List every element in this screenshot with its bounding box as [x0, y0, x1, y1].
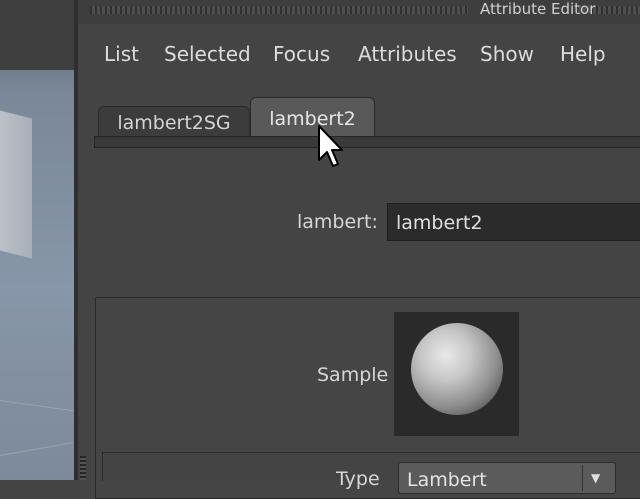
- menu-attributes[interactable]: Attributes: [358, 42, 457, 66]
- tab-content-border: [94, 136, 640, 148]
- chevron-down-icon[interactable]: ▼: [591, 471, 600, 485]
- type-dropdown-value: Lambert: [407, 469, 487, 491]
- menu-show[interactable]: Show: [480, 42, 534, 66]
- menu-bar: List Selected Focus Attributes Show Help: [78, 30, 640, 80]
- mouse-pointer-icon: [318, 125, 343, 167]
- titlebar-grip: [90, 6, 468, 14]
- material-name-value: lambert2: [396, 212, 483, 234]
- sample-label: Sample: [317, 364, 389, 386]
- type-label: Type: [336, 468, 380, 490]
- viewport-grid-line: [0, 442, 73, 456]
- viewport-object[interactable]: [0, 105, 32, 259]
- viewport-header: [0, 0, 74, 70]
- menu-help[interactable]: Help: [560, 42, 606, 66]
- dropdown-divider: [582, 465, 583, 491]
- type-dropdown[interactable]: Lambert ▼: [398, 462, 616, 494]
- sphere-preview-icon: [411, 323, 503, 415]
- menu-list[interactable]: List: [104, 42, 139, 66]
- viewport-grid-line: [0, 400, 74, 412]
- splitter-grip[interactable]: [80, 456, 86, 480]
- tab-lambert2sg[interactable]: lambert2SG: [98, 106, 250, 137]
- window-titlebar[interactable]: Attribute Editor: [78, 0, 640, 24]
- material-name-field[interactable]: lambert2: [387, 203, 640, 241]
- material-type-label: lambert:: [297, 211, 378, 233]
- tab-lambert2[interactable]: lambert2: [250, 97, 375, 137]
- sample-swatch[interactable]: [394, 312, 519, 436]
- window-title: Attribute Editor: [480, 0, 596, 18]
- menu-selected[interactable]: Selected: [164, 42, 251, 66]
- menu-focus[interactable]: Focus: [273, 42, 330, 66]
- viewport-panel[interactable]: [0, 0, 74, 480]
